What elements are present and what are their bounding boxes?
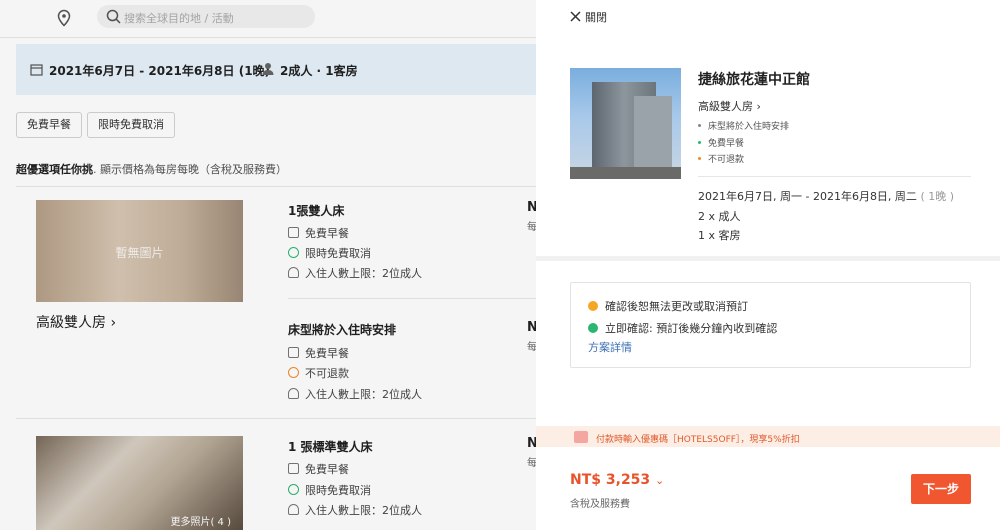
policy-item: 立即確認: 預訂後幾分鐘內收到確認 — [588, 320, 777, 336]
total-price[interactable]: NT$ 3,253 ⌄ — [570, 472, 664, 488]
policy-item: 確認後恕無法更改或取消預訂 — [588, 298, 748, 314]
hotel-room-list-page: 搜索全球目的地 / 活動 2021年6月7日 - 2021年6月8日 (1晚) … — [0, 0, 536, 530]
ground-shape — [570, 167, 681, 179]
plan-details-link[interactable]: 方案詳情 — [588, 339, 632, 355]
bullet-dot — [698, 141, 701, 144]
price-value: NT$ 3,253 — [570, 472, 651, 488]
room-type-link[interactable]: 高級雙人房 › — [698, 98, 761, 114]
promo-text: 付款時輸入優惠碼［HOTELS5OFF］，現享5%折扣 — [596, 435, 800, 445]
hotel-photo — [570, 68, 681, 179]
bullet-text: 不可退款 — [708, 155, 745, 165]
close-icon — [570, 11, 581, 22]
room-bullet: 免費早餐 — [698, 136, 744, 149]
divider — [698, 176, 971, 177]
promo-banner: 付款時輸入優惠碼［HOTELS5OFF］，現享5%折扣 — [536, 426, 1000, 447]
adult-count: 2 x 成人 — [698, 210, 741, 223]
stay-dates-text: 2021年6月7日, 周一 - 2021年6月8日, 周二 — [698, 190, 917, 203]
building-shape — [634, 96, 672, 167]
price-tax-note: 含稅及服務費 — [570, 499, 630, 510]
bullet-dot — [698, 124, 701, 127]
warning-icon — [588, 301, 598, 311]
next-button[interactable]: 下一步 — [911, 474, 971, 504]
chevron-right-icon: › — [756, 100, 761, 113]
stay-nights: ( 1晚 ) — [920, 190, 955, 203]
chevron-down-icon: ⌄ — [655, 474, 665, 487]
modal-backdrop[interactable] — [0, 0, 536, 530]
instant-confirm-icon — [588, 323, 598, 333]
policy-text: 立即確認: 預訂後幾分鐘內收到確認 — [605, 322, 778, 335]
room-type-label: 高級雙人房 — [698, 100, 753, 113]
coupon-icon — [574, 431, 588, 443]
room-bullet: 不可退款 — [698, 152, 744, 165]
bullet-text: 免費早餐 — [708, 139, 745, 149]
section-divider — [536, 256, 1000, 261]
policy-box: 確認後恕無法更改或取消預訂 立即確認: 預訂後幾分鐘內收到確認 方案詳情 — [570, 282, 971, 368]
hotel-name: 捷絲旅花蓮中正館 — [698, 72, 810, 88]
close-button[interactable]: 關閉 — [570, 9, 607, 25]
bullet-text: 床型將於入住時安排 — [708, 122, 790, 132]
booking-drawer: 關閉 捷絲旅花蓮中正館 高級雙人房 › 床型將於入住時安排 免費早餐 不可退款 … — [536, 0, 1000, 530]
stay-dates: 2021年6月7日, 周一 - 2021年6月8日, 周二 ( 1晚 ) — [698, 188, 954, 204]
room-bullet: 床型將於入住時安排 — [698, 119, 789, 132]
bullet-dot — [698, 157, 701, 160]
policy-text: 確認後恕無法更改或取消預訂 — [605, 300, 748, 313]
close-label: 關閉 — [585, 11, 607, 24]
room-count: 1 x 客房 — [698, 229, 741, 242]
